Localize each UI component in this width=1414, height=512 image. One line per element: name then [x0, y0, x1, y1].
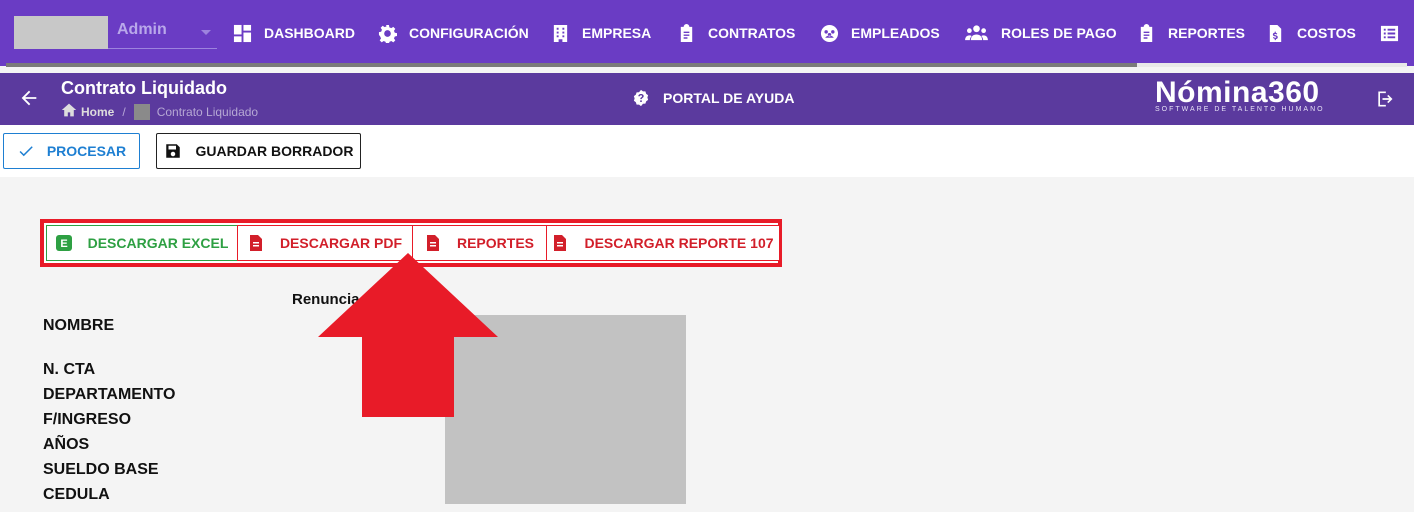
- nav-empleados[interactable]: EMPLEADOS: [820, 0, 940, 66]
- nav-dashboard-label: DASHBOARD: [264, 25, 355, 41]
- breadcrumb-current: Contrato Liquidado: [156, 104, 259, 119]
- file-report-icon: [426, 235, 439, 251]
- home-icon[interactable]: [61, 102, 77, 121]
- check-icon: [19, 146, 33, 157]
- excel-icon-letter: E: [60, 238, 67, 250]
- descargar-excel-label: DESCARGAR EXCEL: [87, 235, 229, 251]
- nav-contratos[interactable]: CONTRATOS: [677, 0, 795, 66]
- breadcrumb-page-icon: [133, 103, 150, 120]
- breadcrumb: Home / Contrato Liquidado: [61, 102, 258, 121]
- field-departamento: DEPARTAMENTO: [43, 386, 176, 403]
- user-name: Admin: [117, 21, 167, 38]
- clipboard-icon: [680, 23, 693, 42]
- gear-icon: [378, 24, 397, 43]
- descargar-pdf-label: DESCARGAR PDF: [279, 235, 403, 251]
- page-header: Contrato Liquidado Home / Contrato Liqui…: [0, 73, 1414, 125]
- procesar-button[interactable]: PROCESAR: [3, 133, 140, 169]
- descargar-reporte-107-label: DESCARGAR REPORTE 107: [584, 235, 774, 251]
- question-badge-icon: [633, 89, 649, 107]
- help-portal-link[interactable]: PORTAL DE AYUDA: [632, 89, 794, 107]
- guardar-borrador-label: GUARDAR BORRADOR: [195, 143, 354, 159]
- file-pdf-icon: [249, 235, 262, 251]
- nav-empresa[interactable]: EMPRESA: [551, 0, 651, 66]
- user-selector[interactable]: Admin: [14, 16, 217, 49]
- nav-configuracion-label: CONFIGURACIÓN: [409, 25, 529, 41]
- excel-icon: E: [55, 235, 72, 251]
- logout-icon: [1378, 91, 1393, 107]
- descargar-reporte-107-button[interactable]: DESCARGAR REPORTE 107: [546, 225, 780, 261]
- nav-costos[interactable]: COSTOS: [1266, 0, 1356, 66]
- field-anos: AÑOS: [43, 436, 90, 453]
- nav-empresa-label: EMPRESA: [582, 25, 652, 41]
- clipboard-icon: [1140, 23, 1153, 42]
- page-title: Contrato Liquidado: [61, 78, 227, 98]
- top-navbar: Admin DASHBOARD CONFIGURACIÓN EMPRESA CO…: [0, 0, 1414, 66]
- users-icon: [965, 24, 988, 40]
- breadcrumb-separator: /: [122, 104, 126, 119]
- nav-costos-label: COSTOS: [1297, 25, 1356, 41]
- nav-empleados-label: EMPLEADOS: [851, 25, 940, 41]
- employees-icon: [820, 24, 839, 42]
- invoice-dollar-icon: [1269, 24, 1282, 42]
- chevron-down-icon[interactable]: [201, 30, 211, 35]
- field-n-cta: N. CTA: [43, 361, 96, 378]
- action-toolbar: PROCESAR GUARDAR BORRADOR: [0, 125, 1414, 177]
- nomina360-logo: Nómina360 SOFTWARE DE TALENTO HUMANO: [1155, 76, 1325, 113]
- nav-more[interactable]: [1380, 0, 1411, 66]
- nav-dashboard[interactable]: DASHBOARD: [233, 0, 355, 66]
- help-portal-label: PORTAL DE AYUDA: [663, 90, 795, 106]
- save-icon: [165, 144, 180, 158]
- field-f-ingreso: F/INGRESO: [43, 411, 132, 428]
- nav-progress-line: [6, 63, 1137, 67]
- descargar-excel-button[interactable]: E DESCARGAR EXCEL: [46, 225, 238, 261]
- guardar-borrador-button[interactable]: GUARDAR BORRADOR: [156, 133, 361, 169]
- nav-reportes[interactable]: REPORTES: [1137, 0, 1245, 66]
- nav-roles-de-pago-label: ROLES DE PAGO: [1001, 25, 1117, 41]
- nav-reportes-label: REPORTES: [1168, 25, 1246, 41]
- logo-text: Nómina360: [1155, 76, 1320, 109]
- file-report-icon: [554, 235, 567, 251]
- dashboard-icon: [233, 24, 252, 42]
- field-sueldo-base: SUELDO BASE: [43, 461, 159, 478]
- nav-progress-remaining: [1137, 63, 1407, 67]
- annotation-arrow-up-icon: [318, 253, 498, 417]
- back-button[interactable]: [18, 87, 40, 109]
- nav-contratos-label: CONTRATOS: [708, 25, 796, 41]
- nav-roles-de-pago[interactable]: ROLES DE PAGO: [964, 0, 1117, 66]
- user-avatar: [14, 16, 108, 49]
- logo-tagline: SOFTWARE DE TALENTO HUMANO: [1155, 106, 1325, 113]
- procesar-label: PROCESAR: [46, 143, 127, 159]
- field-cedula: CEDULA: [43, 486, 110, 503]
- building-icon: [553, 24, 568, 42]
- breadcrumb-home[interactable]: Home: [81, 105, 114, 119]
- field-nombre: NOMBRE: [43, 317, 115, 334]
- arrow-left-icon: [21, 90, 37, 106]
- list-icon: [1380, 25, 1399, 41]
- nav-configuracion[interactable]: CONFIGURACIÓN: [378, 0, 529, 66]
- reportes-label: REPORTES: [456, 235, 534, 251]
- logout-button[interactable]: [1375, 89, 1395, 114]
